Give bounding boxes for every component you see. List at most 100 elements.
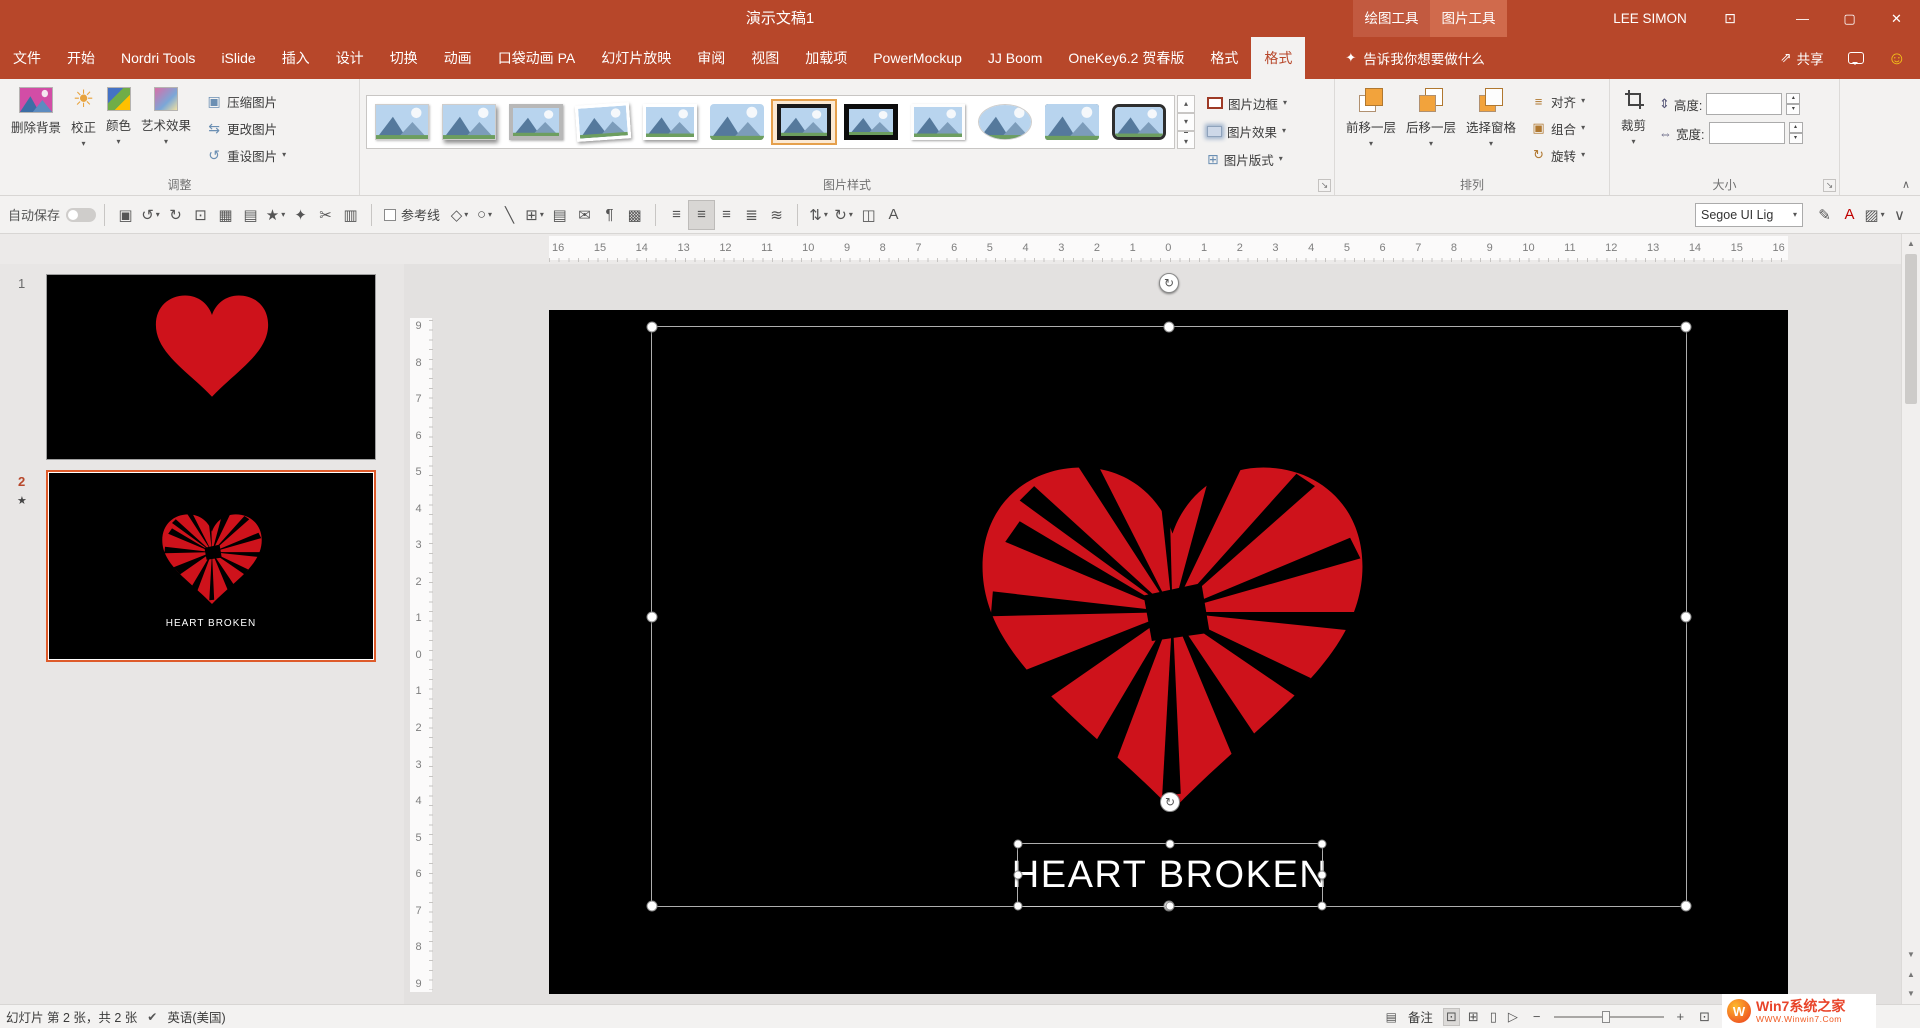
scroll-up-icon[interactable]: ▲ xyxy=(1902,234,1920,253)
display-settings-icon[interactable]: ⊡ xyxy=(1714,0,1746,37)
selection-handle-bl[interactable] xyxy=(647,901,658,912)
tab-design[interactable]: 设计 xyxy=(323,37,377,79)
picture-style-oval[interactable] xyxy=(973,100,1037,144)
guides-checkbox[interactable]: 参考线 xyxy=(384,205,440,224)
bring-forward-button[interactable]: 前移一层▾ xyxy=(1341,83,1401,152)
color-button[interactable]: 颜色 ▾ xyxy=(101,83,136,150)
picture-style-glossy-black[interactable] xyxy=(839,100,903,144)
selection-handle-br[interactable] xyxy=(1318,902,1327,911)
autosave-toggle[interactable]: 自动保存 xyxy=(8,205,96,224)
tab-powermockup[interactable]: PowerMockup xyxy=(860,37,975,79)
tab-view[interactable]: 视图 xyxy=(738,37,792,79)
normal-view-button[interactable]: ⊡ xyxy=(1444,1009,1459,1025)
save-icon[interactable]: ▣ xyxy=(113,201,138,229)
picture-selection-box[interactable]: ↻ xyxy=(651,326,1687,907)
minimize-button[interactable]: — xyxy=(1779,0,1826,37)
tab-format-drawing[interactable]: 格式 xyxy=(1197,37,1251,79)
picture-style-soft-edge[interactable] xyxy=(705,100,769,144)
selection-handle-bl[interactable] xyxy=(1014,902,1023,911)
tab-jj-boom[interactable]: JJ Boom xyxy=(975,37,1055,79)
feedback-smiley-icon[interactable]: ☺ xyxy=(1888,49,1906,67)
scrollbar-thumb[interactable] xyxy=(1905,254,1917,404)
font-color-icon[interactable]: A xyxy=(1837,201,1862,229)
slideshow-view-button[interactable]: ▷ xyxy=(1506,1009,1520,1025)
align-objects-button[interactable]: ≡对齐▾ xyxy=(1527,89,1589,113)
rotate-handle-icon[interactable]: ↻ xyxy=(1159,273,1179,293)
selection-pane-button[interactable]: 选择窗格▾ xyxy=(1461,83,1521,152)
rotate-objects-button[interactable]: ↻旋转▾ xyxy=(1527,143,1589,167)
gallery-more-icon[interactable]: ▾ xyxy=(1177,131,1195,149)
arrange-icon[interactable]: ⇅▾ xyxy=(806,201,831,229)
align-center-icon[interactable]: ≡ xyxy=(689,201,714,229)
next-slide-icon[interactable]: ▼ xyxy=(1902,984,1920,1003)
send-backward-button[interactable]: 后移一层▾ xyxy=(1401,83,1461,152)
gallery-scroll-up-icon[interactable]: ▴ xyxy=(1177,95,1195,113)
previous-slide-icon[interactable]: ▲ xyxy=(1902,965,1920,984)
zoom-slider-thumb[interactable] xyxy=(1602,1011,1610,1023)
tab-add-ins[interactable]: 加载项 xyxy=(792,37,860,79)
selection-handle-ml[interactable] xyxy=(1014,871,1023,880)
zoom-slider[interactable] xyxy=(1554,1010,1664,1024)
line-shape-icon[interactable]: ╲ xyxy=(497,201,522,229)
rotate-icon[interactable]: ↻▾ xyxy=(831,201,856,229)
gallery-scroll-down-icon[interactable]: ▾ xyxy=(1177,113,1195,131)
height-input[interactable] xyxy=(1706,93,1782,115)
vertical-scrollbar[interactable]: ▲ ▼ ▲ ▼ xyxy=(1901,234,1920,1004)
tell-me-box[interactable]: ✦ 告诉我你想要做什么 xyxy=(1345,37,1484,79)
slide-counter[interactable]: 幻灯片 第 2 张，共 2 张 xyxy=(6,1007,137,1026)
layout-icon[interactable]: ▤ xyxy=(238,201,263,229)
slide-sorter-view-button[interactable]: ⊞ xyxy=(1466,1009,1481,1025)
selection-handle-tm[interactable] xyxy=(1164,322,1175,333)
tab-file[interactable]: 文件 xyxy=(0,37,54,79)
zoom-out-button[interactable]: − xyxy=(1531,1009,1543,1024)
vertical-ruler[interactable]: 9876543210123456789 xyxy=(408,264,438,1004)
more-commands-icon[interactable]: ∨ xyxy=(1887,201,1912,229)
scroll-down-icon[interactable]: ▼ xyxy=(1902,945,1920,964)
grid-view-icon[interactable]: ▦ xyxy=(213,201,238,229)
contextual-tab-picture-tools[interactable]: 图片工具 xyxy=(1430,0,1507,37)
rotate-handle-icon[interactable]: ↻ xyxy=(1160,792,1180,812)
mail-icon[interactable]: ✉ xyxy=(572,201,597,229)
tab-format-picture[interactable]: 格式 xyxy=(1251,37,1305,79)
shading-icon[interactable]: ▨▾ xyxy=(1862,201,1887,229)
picture-style-black-frame[interactable] xyxy=(772,100,836,144)
compress-pictures-button[interactable]: ▣压缩图片 xyxy=(202,89,290,113)
selection-handle-mr[interactable] xyxy=(1318,871,1327,880)
fit-to-window-icon[interactable]: ⊡ xyxy=(1697,1009,1712,1025)
paragraph-icon[interactable]: ¶ xyxy=(597,201,622,229)
crop-tool-icon[interactable]: ✂ xyxy=(313,201,338,229)
change-picture-button[interactable]: ⇆更改图片 xyxy=(202,116,290,140)
contextual-tab-drawing-tools[interactable]: 绘图工具 xyxy=(1353,0,1430,37)
picture-style-simple[interactable] xyxy=(370,100,434,144)
selection-handle-br[interactable] xyxy=(1681,901,1692,912)
remove-background-button[interactable]: 删除背景 xyxy=(6,83,66,140)
favorite-icon[interactable]: ★▾ xyxy=(263,201,288,229)
horizontal-ruler[interactable]: 1615141312111098765432101234567891011121… xyxy=(0,234,1901,264)
oval-shape-icon[interactable]: ○▾ xyxy=(472,201,497,229)
tab-islide[interactable]: iSlide xyxy=(208,37,268,79)
picture-style-rounded-dark[interactable] xyxy=(1107,100,1171,144)
group-objects-button[interactable]: ▣组合▾ xyxy=(1527,116,1589,140)
tab-slide-show[interactable]: 幻灯片放映 xyxy=(588,37,684,79)
picture-style-soft-dark[interactable] xyxy=(1040,100,1104,144)
height-step-down-icon[interactable]: ▾ xyxy=(1786,104,1800,115)
selection-handle-tr[interactable] xyxy=(1318,840,1327,849)
tab-nordri-tools[interactable]: Nordri Tools xyxy=(108,37,208,79)
height-step-up-icon[interactable]: ▴ xyxy=(1786,93,1800,104)
notes-button[interactable]: 备注 xyxy=(1408,1007,1433,1026)
width-step-down-icon[interactable]: ▾ xyxy=(1789,133,1803,144)
selection-handle-tr[interactable] xyxy=(1681,322,1692,333)
font-name-select[interactable]: Segoe UI Lig ▾ xyxy=(1695,203,1803,227)
tab-transitions[interactable]: 切换 xyxy=(377,37,431,79)
selection-handle-tl[interactable] xyxy=(1014,840,1023,849)
print-preview-icon[interactable]: ⊡ xyxy=(188,201,213,229)
fill-pattern-icon[interactable]: ▩ xyxy=(622,201,647,229)
table-icon[interactable]: ⊞▾ xyxy=(522,201,547,229)
selection-handle-tm[interactable] xyxy=(1166,840,1175,849)
comment-icon[interactable] xyxy=(1848,52,1864,64)
artistic-effects-button[interactable]: 艺术效果 ▾ xyxy=(136,83,196,150)
corrections-button[interactable]: ☀ 校正 ▾ xyxy=(66,83,101,152)
share-button[interactable]: ⇗ 共享 xyxy=(1780,48,1823,68)
collapse-ribbon-icon[interactable]: ∧ xyxy=(1902,178,1910,191)
close-button[interactable]: ✕ xyxy=(1873,0,1920,37)
